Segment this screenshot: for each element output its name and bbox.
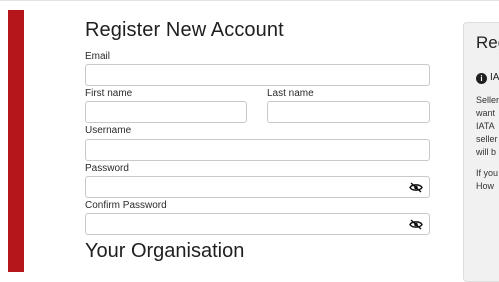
info-icon: i [476,73,487,84]
eye-slash-icon[interactable] [409,182,423,193]
sidebar-text-line: will b [476,147,497,157]
confirm-password-field[interactable] [85,213,430,235]
page-title: Register New Account [85,19,284,41]
sidebar-text-line: Seller [476,95,499,105]
organisation-section-title: Your Organisation [85,240,245,262]
accent-bar [8,10,24,272]
password-label: Password [85,163,129,174]
sidebar-info-title: IA [490,72,499,83]
top-divider [0,0,499,1]
first-name-field[interactable] [85,101,247,123]
sidebar-text-line: seller [476,134,498,144]
sidebar-text-line: IATA [476,121,495,131]
sidebar-text-line: How [476,181,495,191]
password-field[interactable] [85,176,430,198]
sidebar-title: Reg [476,33,499,52]
username-field[interactable] [85,139,430,161]
email-field[interactable] [85,64,430,86]
last-name-field[interactable] [267,101,430,123]
username-label: Username [85,125,132,136]
eye-slash-icon[interactable] [409,219,423,230]
email-label: Email [85,51,111,62]
confirm-password-label: Confirm Password [85,200,167,211]
first-name-label: First name [85,88,133,99]
last-name-label: Last name [267,88,314,99]
sidebar-text-line: If you [476,168,499,178]
sidebar-text-line: want [476,108,496,118]
